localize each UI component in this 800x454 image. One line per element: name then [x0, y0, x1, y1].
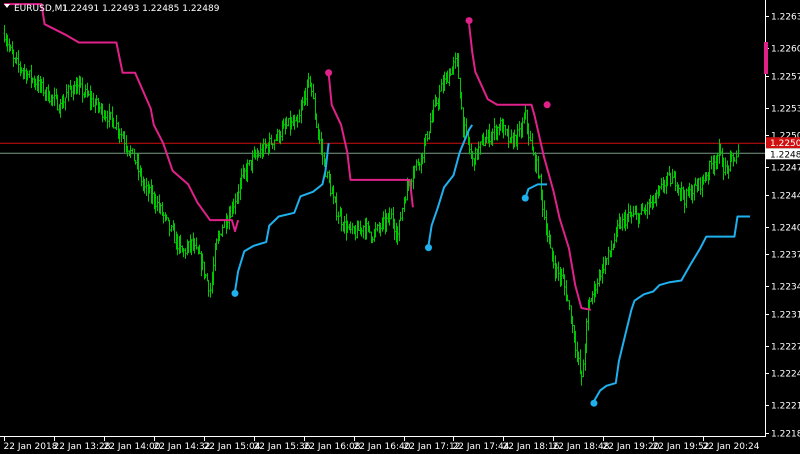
- time-tick-label: 22 Jan 18:16: [503, 442, 560, 452]
- time-tick-label: 22 Jan 15:36: [254, 442, 311, 452]
- upper-stop-start-dot: [325, 69, 333, 77]
- price-tick-label: 1.22444: [771, 192, 800, 202]
- price-tick-label: 1.22639: [771, 13, 800, 23]
- time-tick-label: 22 Jan 15:04: [204, 442, 261, 452]
- time-tick-label: 22 Jan 14:32: [154, 442, 211, 452]
- price-tags: 1.225001.22489: [766, 137, 800, 160]
- price-tick-label: 1.22574: [771, 73, 800, 83]
- price-axis-ticks: 1.226391.226041.225741.225391.225091.224…: [765, 13, 800, 440]
- time-tick-label: 22 Jan 13:28: [54, 442, 111, 452]
- price-tick-label: 1.22409: [771, 224, 800, 234]
- lower-stop-start-dot: [231, 289, 239, 297]
- time-tick-label: 22 Jan 16:40: [354, 442, 411, 452]
- symbol-timeframe: EURUSD,M1: [14, 4, 68, 14]
- time-tick-label: 22 Jan 17:44: [453, 442, 510, 452]
- time-tick-label: 22 Jan 16:08: [304, 442, 361, 452]
- lower-stop-start-dot: [521, 194, 529, 202]
- price-tick-label: 1.22279: [771, 343, 800, 353]
- time-tick-label: 22 Jan 20:24: [703, 442, 760, 452]
- time-tick-label: 22 Jan 19:52: [653, 442, 710, 452]
- time-tick-label: 22 Jan 18:48: [553, 442, 610, 452]
- time-tick-label: 22 Jan 2018: [4, 442, 58, 452]
- time-tick-label: 22 Jan 19:20: [603, 442, 660, 452]
- price-tick-label: 1.22474: [771, 164, 800, 174]
- price-tick-label: 1.22184: [771, 430, 800, 440]
- lower-stop-start-dot: [425, 244, 433, 252]
- price-tick-label: 1.22379: [771, 251, 800, 261]
- upper-stop-start-dot: [543, 101, 551, 109]
- level-price-tag-label: 1.22500: [770, 139, 800, 149]
- chart-header: EURUSD,M1 1.22491 1.22493 1.22485 1.2248…: [4, 4, 220, 14]
- current-price-tag-label: 1.22489: [770, 150, 800, 160]
- price-tick-label: 1.22214: [771, 402, 800, 412]
- scroll-shift-marker[interactable]: [764, 42, 768, 74]
- upper-stop-start-dot: [465, 17, 473, 25]
- ohlc-values: 1.22491 1.22493 1.22485 1.22489: [62, 4, 220, 14]
- price-tick-label: 1.22539: [771, 105, 800, 115]
- price-tick-label: 1.22604: [771, 45, 800, 55]
- price-tick-label: 1.22344: [771, 283, 800, 293]
- price-tick-label: 1.22314: [771, 311, 800, 321]
- lower-stop-start-dot: [590, 399, 598, 407]
- price-chart: 1.226391.226041.225741.225391.225091.224…: [0, 0, 800, 454]
- time-tick-label: 22 Jan 14:00: [104, 442, 161, 452]
- price-tick-label: 1.22249: [771, 370, 800, 380]
